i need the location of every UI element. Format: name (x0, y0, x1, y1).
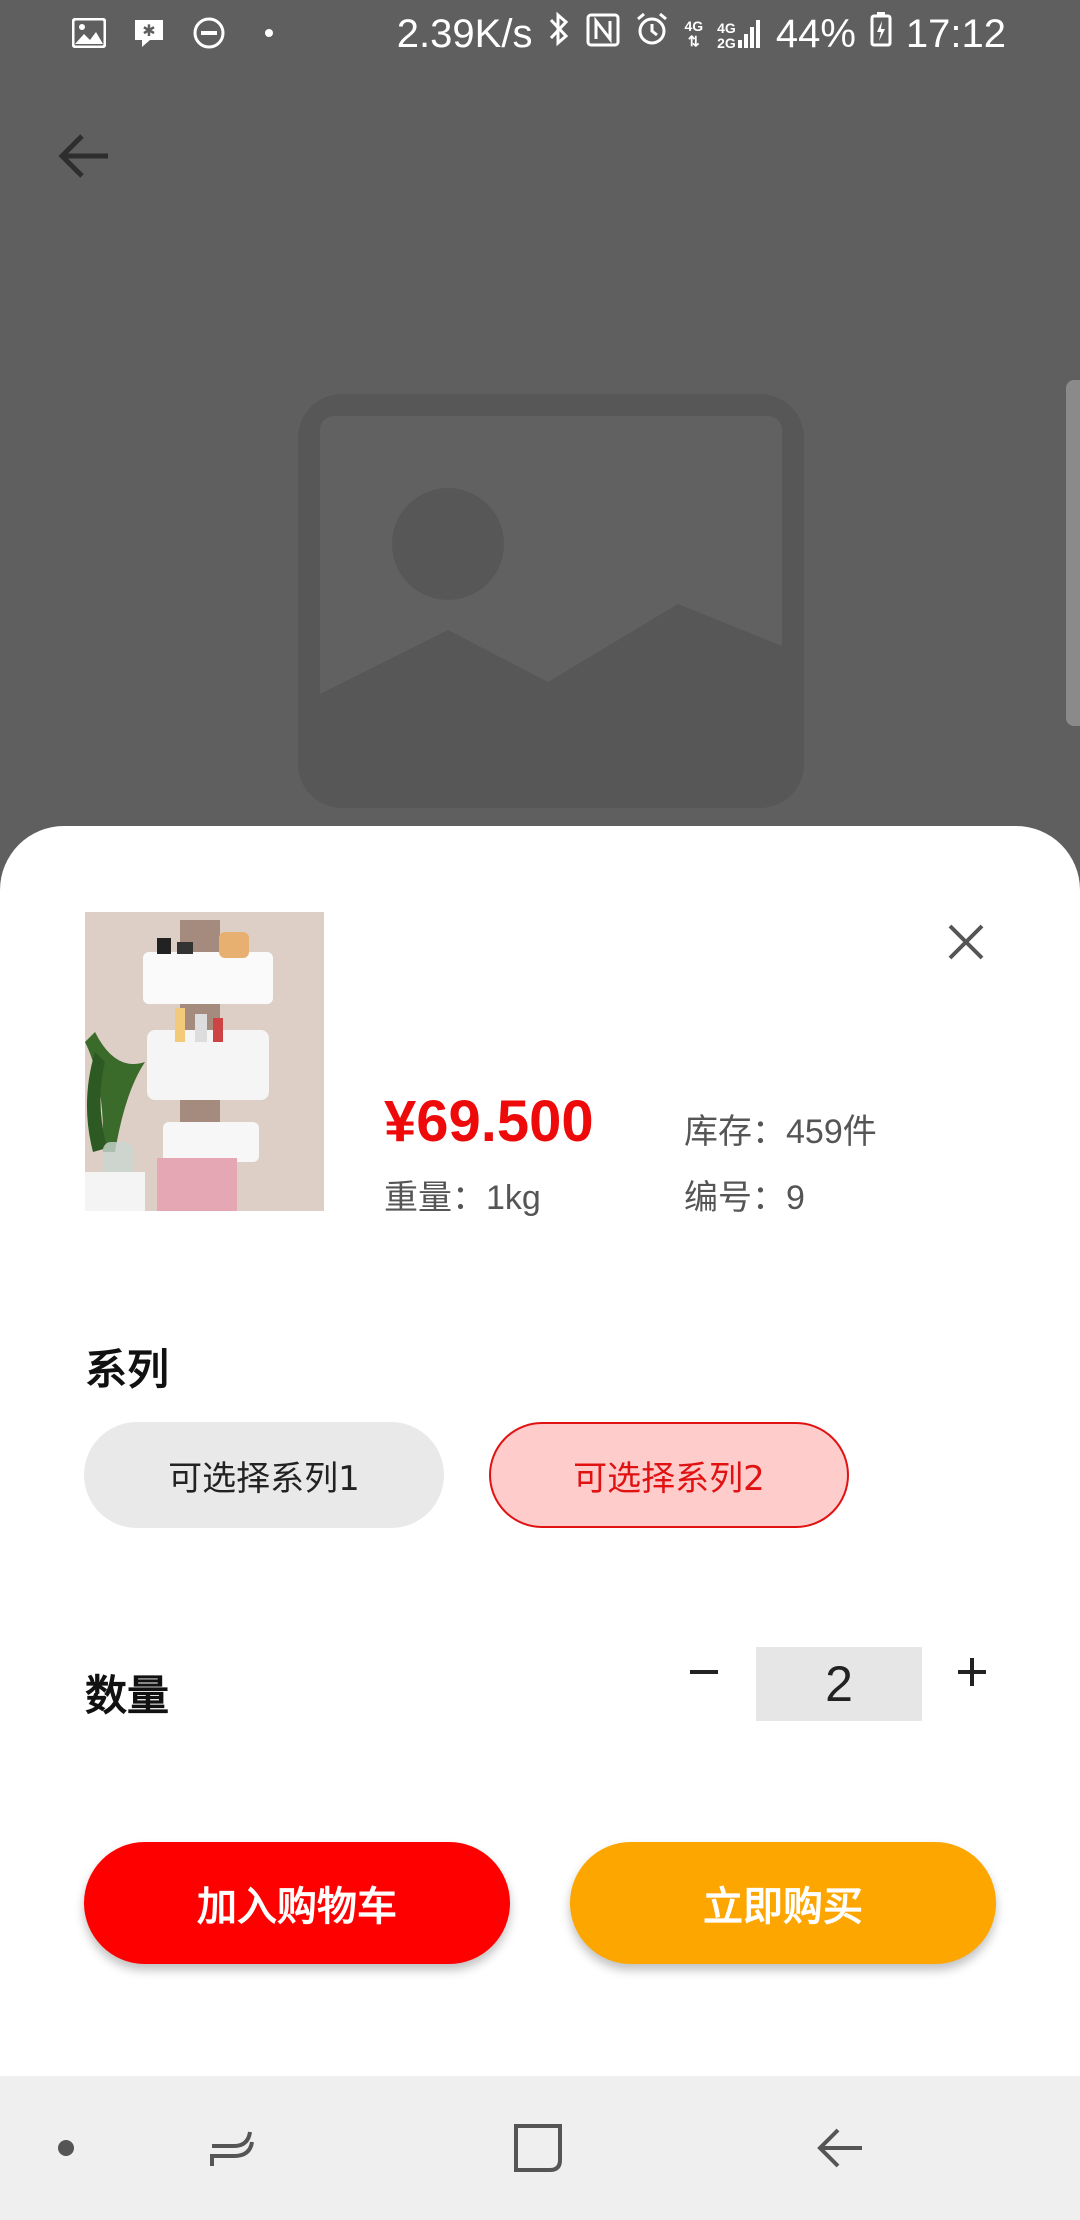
dnd-icon (190, 14, 228, 52)
network-4g-indicator: 4G ⇅ (684, 18, 704, 49)
plus-icon (958, 1658, 986, 1686)
buy-now-button[interactable]: 立即购买 (570, 1842, 996, 1964)
back-icon (817, 2128, 862, 2168)
signal-bars-icon (737, 18, 762, 51)
product-stock: 库存：459件 (684, 1113, 877, 1151)
quantity-input[interactable]: 2 (756, 1647, 922, 1721)
battery-icon (870, 11, 892, 57)
alarm-icon (634, 11, 670, 57)
nav-indicator-dot[interactable] (58, 2140, 74, 2156)
clock: 17:12 (905, 11, 1006, 56)
gallery-icon (70, 14, 108, 52)
product-image (85, 912, 324, 1211)
battery-percent: 44% (775, 11, 856, 56)
more-notifications-icon (250, 14, 288, 52)
product-price: ¥69.500 (384, 1089, 594, 1154)
image-placeholder-icon (298, 394, 804, 808)
nfc-icon (586, 12, 620, 57)
increase-quantity-button[interactable] (948, 1646, 996, 1694)
bluetooth-icon (546, 10, 572, 58)
home-button[interactable] (510, 2120, 566, 2176)
status-bar: ✱ 2.39K/s 4G ⇅ 4G 2G 44% 17:12 (0, 0, 1080, 72)
add-to-cart-button[interactable]: 加入购物车 (84, 1842, 510, 1964)
arrow-left-icon (58, 134, 108, 178)
svg-text:✱: ✱ (142, 21, 155, 40)
close-button[interactable] (940, 916, 992, 968)
quantity-title: 数量 (85, 1671, 170, 1720)
minus-icon (690, 1670, 718, 1674)
product-weight: 重量：1kg (384, 1179, 541, 1217)
back-button[interactable] (52, 128, 116, 184)
home-icon (514, 2124, 562, 2172)
image-placeholder (298, 394, 804, 808)
network-speed: 2.39K/s (396, 11, 533, 56)
recents-icon (210, 2131, 254, 2166)
product-code: 编号：9 (684, 1179, 805, 1217)
nav-back-button[interactable] (812, 2120, 868, 2176)
decrease-quantity-button[interactable] (680, 1646, 728, 1694)
recents-button[interactable] (206, 2120, 262, 2176)
system-nav-bar (0, 2076, 1080, 2220)
close-icon (948, 924, 984, 960)
signal-indicator: 4G 2G (717, 18, 762, 51)
series-option-2-selected[interactable]: 可选择系列2 (489, 1422, 849, 1528)
scroll-handle[interactable] (1066, 380, 1080, 726)
series-option-1[interactable]: 可选择系列1 (84, 1422, 444, 1528)
message-icon: ✱ (130, 14, 168, 52)
product-options-sheet: ¥69.500 重量：1kg 库存：459件 编号：9 系列 可选择系列1 可选… (0, 826, 1080, 2076)
series-title: 系列 (85, 1345, 170, 1394)
